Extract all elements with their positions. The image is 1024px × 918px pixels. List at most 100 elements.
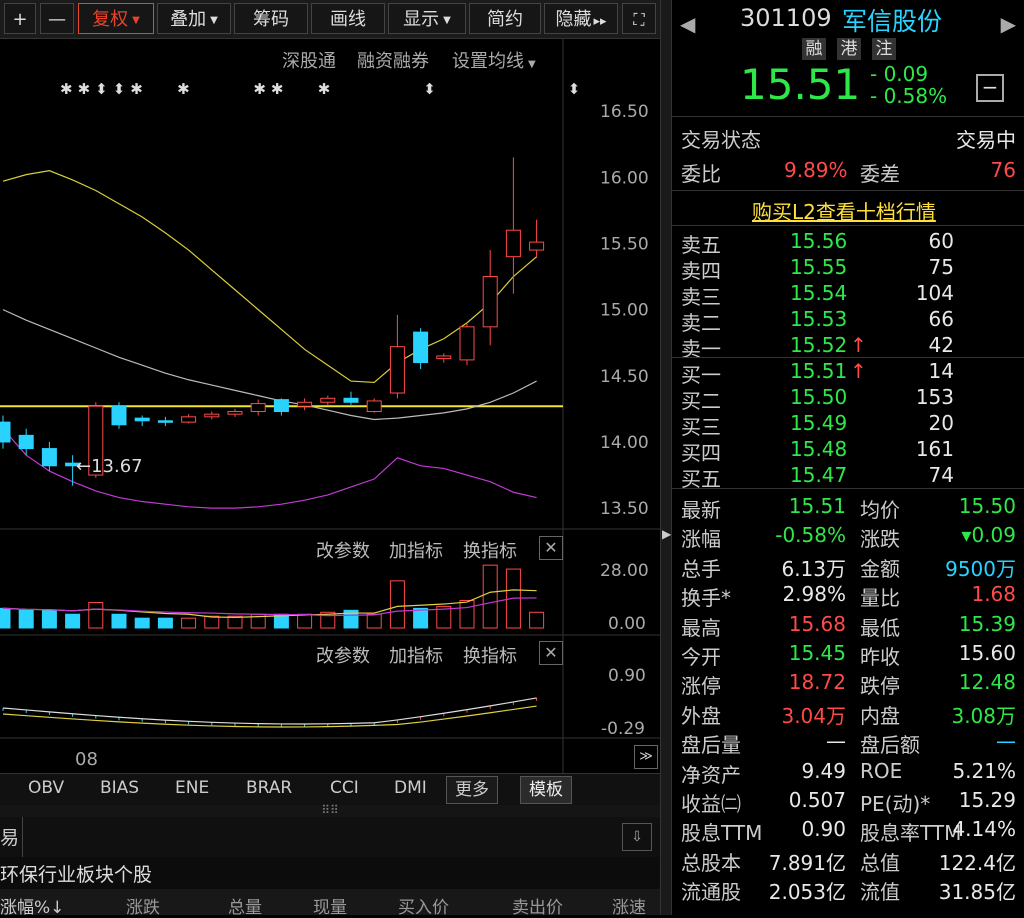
draw-line-button[interactable]: 画线 — [311, 3, 385, 34]
tab-ene[interactable]: ENE — [175, 778, 209, 798]
stats-row: 换手* 2.98% 量比 1.68 — [672, 582, 1024, 611]
volume-ma-line — [2, 589, 537, 618]
prev-stock-icon[interactable]: ◀ — [680, 12, 695, 36]
stat-value: 31.85亿 — [938, 880, 1016, 905]
volume-axis-label: 0.00 — [608, 614, 646, 634]
stat-label: 涨跌 — [860, 527, 900, 552]
ask-volume: 104 — [915, 281, 954, 305]
bid-row[interactable]: 买一 15.51 ↑ 14 — [672, 359, 1024, 388]
panel-divider[interactable]: ▶ — [660, 0, 672, 915]
resize-grip-icon[interactable]: ⠿⠿ — [0, 804, 660, 817]
ma-line-yellow — [2, 170, 537, 384]
bid-row[interactable]: 买二 15.50 153 — [672, 385, 1024, 414]
zoom-in-button[interactable]: + — [4, 3, 36, 34]
event-markers[interactable]: ✱✱⬍⬍✱ ✱ ✱✱ ✱ ⬍ ⬍ — [60, 80, 585, 98]
tab-cci[interactable]: CCI — [330, 778, 359, 798]
fullscreen-icon[interactable]: ⛶ — [622, 3, 656, 34]
tab-bias[interactable]: BIAS — [100, 778, 139, 798]
volume-bar — [111, 613, 127, 629]
close-icon[interactable]: ✕ — [539, 641, 563, 665]
ma-setting-label: 设置均线 — [452, 51, 524, 72]
stat-label: ROE — [860, 758, 903, 783]
stat-label: 均价 — [860, 498, 900, 522]
stat-label: 流值 — [860, 880, 900, 905]
bid-row[interactable]: 买三 15.49 20 — [672, 411, 1024, 440]
ind1-switch-button[interactable]: 换指标 — [463, 537, 517, 563]
price-axis-label: 16.00 — [600, 168, 649, 188]
stat-value: 5.21% — [952, 758, 1016, 783]
stat-value: 3.04万 — [781, 703, 846, 728]
more-button[interactable]: 更多 — [446, 776, 498, 804]
col-change[interactable]: 涨跌 — [126, 893, 160, 918]
next-stock-icon[interactable]: ▶ — [1001, 12, 1016, 36]
ask-row[interactable]: 卖三 15.54 104 — [672, 281, 1024, 310]
tab-trade[interactable]: 易 — [0, 823, 22, 851]
stat-value: 1.68 — [971, 582, 1016, 607]
ind2-switch-button[interactable]: 换指标 — [463, 642, 517, 668]
stats-row: 收益㈡ 0.507 PE(动)* 15.29 — [672, 788, 1024, 817]
minus-icon[interactable]: − — [976, 74, 1004, 102]
ind1-params-button[interactable]: 改参数 — [316, 537, 370, 563]
volume-bar — [88, 601, 104, 629]
chevron-down-icon: ▼ — [443, 15, 451, 26]
price-axis-label: 14.50 — [600, 367, 649, 387]
ind2-params-button[interactable]: 改参数 — [316, 642, 370, 668]
current-price: 15.51 — [740, 60, 861, 109]
volume-bar — [181, 617, 197, 629]
stat-value: 3.08万 — [951, 703, 1016, 728]
stat-label: 总值 — [860, 850, 900, 875]
kline-chart-area[interactable]: 16.50 16.00 15.50 15.00 14.50 14.00 13.50 28.00… — [0, 38, 660, 773]
col-change-pct[interactable]: 涨幅%↓ — [0, 893, 64, 918]
col-bid[interactable]: 买入价 — [398, 893, 449, 918]
ind2-add-button[interactable]: 加指标 — [389, 642, 443, 668]
stat-value: -0.58% — [775, 523, 846, 548]
weicha-value: 76 — [990, 158, 1016, 182]
overlay-dropdown[interactable]: 叠加 ▼ — [157, 3, 231, 34]
ask-row[interactable]: 卖五 15.56 60 — [672, 229, 1024, 258]
separator — [672, 190, 1024, 191]
stats-row: 最高 15.68 最低 15.39 — [672, 612, 1024, 641]
hide-button[interactable]: 隐藏 ▸▸ — [544, 3, 618, 34]
tab-dmi[interactable]: DMI — [394, 778, 427, 798]
col-ask[interactable]: 卖出价 — [512, 893, 563, 918]
macd-axis-label: -0.29 — [601, 719, 645, 739]
ask-row[interactable]: 卖二 15.53 66 — [672, 307, 1024, 336]
template-button[interactable]: 模板 — [520, 776, 572, 804]
chips-button[interactable]: 筹码 — [234, 3, 308, 34]
fuquan-dropdown[interactable]: 复权 ▼ — [78, 3, 154, 34]
bid-price: 15.48 — [790, 437, 848, 461]
tab-brar[interactable]: BRAR — [246, 778, 292, 798]
close-icon[interactable]: ✕ — [539, 536, 563, 560]
tab-obv[interactable]: OBV — [28, 778, 64, 798]
stat-value: ▾0.09 — [961, 523, 1016, 548]
bid-volume: 20 — [928, 411, 954, 435]
price-change: - 0.09 — [870, 62, 929, 86]
display-dropdown[interactable]: 显示 ▼ — [388, 3, 466, 34]
stats-row: 最新 15.51 均价 15.50 — [672, 494, 1024, 523]
zoom-out-button[interactable]: — — [40, 3, 74, 34]
tag-registered: 注 — [872, 38, 896, 60]
sgt-link[interactable]: 深股通 — [282, 47, 336, 73]
tag-margin: 融 — [802, 38, 826, 60]
buy-l2-link[interactable]: 购买L2查看十档行情 — [752, 196, 936, 225]
download-icon[interactable]: ⇩ — [622, 823, 652, 851]
col-current-volume[interactable]: 现量 — [313, 893, 347, 918]
ind1-add-button[interactable]: 加指标 — [389, 537, 443, 563]
stat-value: 9.49 — [801, 758, 846, 783]
col-volume[interactable]: 总量 — [228, 893, 262, 918]
col-speed[interactable]: 涨速 — [612, 893, 646, 918]
bid-label: 买三 — [681, 415, 721, 439]
ask-row[interactable]: 卖四 15.55 75 — [672, 255, 1024, 284]
stat-label: 跌停 — [860, 674, 900, 699]
simple-button[interactable]: 简约 — [469, 3, 541, 34]
ma-setting-link[interactable]: 设置均线 ▼ — [452, 47, 536, 73]
bid-row[interactable]: 买四 15.48 161 — [672, 437, 1024, 466]
double-right-icon[interactable]: ≫ — [634, 745, 658, 769]
bid-price: 15.50 — [790, 385, 848, 409]
collapse-arrow-icon[interactable]: ▶ — [662, 527, 671, 541]
volume-bar — [366, 613, 382, 629]
stat-value: 15.45 — [788, 641, 846, 665]
stats-row: 股息TTM 0.90 股息率TTM 4.14% — [672, 817, 1024, 846]
rzrq-link[interactable]: 融资融券 — [357, 47, 429, 73]
list-header: 涨幅%↓ 涨跌 总量 现量 买入价 卖出价 涨速 — [0, 889, 660, 918]
